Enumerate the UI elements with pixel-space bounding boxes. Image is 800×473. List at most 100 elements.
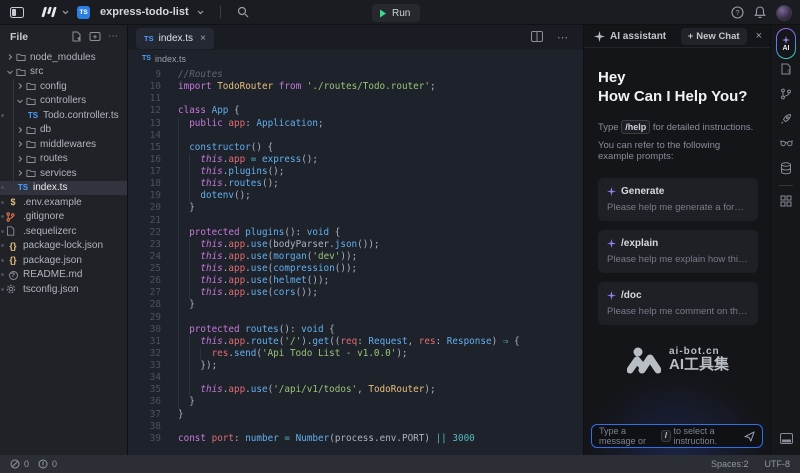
problems-indicator[interactable]: 0 0 — [10, 459, 57, 469]
tree-item-label: .gitignore — [23, 211, 64, 222]
code-line: 12class App { — [128, 105, 583, 117]
tree-item-controllers[interactable]: controllers — [0, 94, 127, 109]
app-window: TS express-todo-list Run ? File — [0, 0, 800, 473]
tree-item-.env.example[interactable]: $.env.example — [0, 195, 127, 210]
modified-dot — [1, 244, 4, 247]
toggle-sidebar-icon[interactable] — [10, 7, 24, 18]
tree-item-package-lock.json[interactable]: {}package-lock.json — [0, 239, 127, 254]
tree-item-config[interactable]: config — [0, 79, 127, 94]
line-number: 22 — [128, 227, 161, 239]
source-control-icon[interactable] — [771, 88, 800, 100]
preview-icon[interactable] — [771, 138, 800, 148]
code-line: 10import TodoRouter from './routes/Todo.… — [128, 81, 583, 93]
sparkle-icon — [607, 291, 616, 300]
ai-assistant-rail-button[interactable]: AI — [776, 28, 796, 59]
line-number: 19 — [128, 190, 161, 202]
tree-item-db[interactable]: db — [0, 123, 127, 138]
chevron-down-icon — [62, 10, 69, 15]
tab-label: index.ts — [159, 33, 193, 44]
encoding-setting[interactable]: UTF-8 — [765, 459, 791, 469]
send-message-icon[interactable] — [744, 431, 755, 442]
project-chevron-icon[interactable] — [197, 10, 204, 15]
code-line: 31this.app.route('/').get((req: Request,… — [128, 336, 583, 348]
split-editor-icon[interactable] — [531, 31, 543, 44]
tree-item-package.json[interactable]: {}package.json — [0, 253, 127, 268]
tree-item-label: .sequelizerc — [23, 226, 76, 237]
line-number: 13 — [128, 118, 161, 130]
tree-item-label: src — [30, 66, 43, 77]
line-number: 28 — [128, 299, 161, 311]
run-button[interactable]: Run — [372, 4, 420, 22]
line-number: 23 — [128, 239, 161, 251]
code-line: 26this.app.use(helmet()); — [128, 275, 583, 287]
watermark: ai-bot.cn AI工具集 — [598, 345, 758, 375]
code-line: 28} — [128, 299, 583, 311]
new-file-icon[interactable] — [71, 31, 82, 42]
toggle-bottom-panel-icon[interactable] — [771, 433, 800, 444]
json-file-icon: {} — [6, 255, 20, 265]
tree-item-routes[interactable]: routes — [0, 152, 127, 167]
code-line: 16this.app = express(); — [128, 154, 583, 166]
code-area[interactable]: 9//Routes10import TodoRouter from './rou… — [128, 67, 583, 445]
folder-icon — [16, 52, 26, 62]
chat-input[interactable]: Type a message or / to select a instruct… — [591, 424, 763, 448]
code-line: 22protected plugins(): void { — [128, 227, 583, 239]
database-icon[interactable] — [771, 162, 800, 175]
new-folder-icon[interactable] — [89, 31, 101, 42]
line-number: 18 — [128, 178, 161, 190]
modified-dot — [1, 273, 4, 276]
tree-item-node_modules[interactable]: node_modules — [0, 50, 127, 65]
git-icon — [6, 212, 20, 222]
code-editor: TS index.ts × ⋯ TS index.ts 9//Routes10i… — [128, 25, 583, 455]
plus-icon: + — [688, 31, 694, 42]
notifications-bell-icon[interactable] — [754, 6, 766, 19]
search-icon[interactable] — [237, 6, 249, 18]
tree-item-services[interactable]: services — [0, 166, 127, 181]
docs-icon[interactable]: a — [771, 63, 800, 75]
close-tab-icon[interactable]: × — [200, 33, 206, 44]
tree-item-tsconfig.json[interactable]: tsconfig.json — [0, 282, 127, 297]
tree-item-Todo.controller.ts[interactable]: TSTodo.controller.ts — [0, 108, 127, 123]
prompt-card-doc[interactable]: /docPlease help me comment on this code. — [598, 282, 758, 325]
tree-item-middlewares[interactable]: middlewares — [0, 137, 127, 152]
folder-icon — [26, 81, 36, 91]
code-line: 23this.app.use(bodyParser.json()); — [128, 239, 583, 251]
folder-icon — [16, 67, 26, 77]
tree-item-label: node_modules — [30, 52, 96, 63]
tree-item-.gitignore[interactable]: .gitignore — [0, 210, 127, 225]
chevron-right-icon — [16, 126, 24, 134]
user-avatar[interactable] — [776, 5, 792, 21]
tree-item-.sequelizerc[interactable]: .sequelizerc — [0, 224, 127, 239]
tab-index-ts[interactable]: TS index.ts × — [136, 28, 214, 49]
indentation-setting[interactable]: Spaces:2 — [711, 459, 749, 469]
modified-dot — [1, 114, 4, 117]
tree-item-README.md[interactable]: ?README.md — [0, 268, 127, 283]
app-logo[interactable] — [40, 6, 69, 18]
example-prompts: GeneratePlease help me generate a form c… — [598, 178, 758, 325]
tree-item-src[interactable]: src — [0, 65, 127, 80]
modified-dot — [1, 288, 4, 291]
code-line: 29 — [128, 312, 583, 324]
tree-item-index.ts[interactable]: TSindex.ts — [0, 181, 127, 196]
code-line: 33}); — [128, 360, 583, 372]
prompt-card-explain[interactable]: /explainPlease help me explain how this … — [598, 230, 758, 273]
line-number: 20 — [128, 202, 161, 214]
chevron-right-icon — [16, 82, 24, 90]
editor-more-icon[interactable]: ⋯ — [557, 31, 569, 44]
breadcrumb[interactable]: TS index.ts — [128, 50, 583, 67]
deploy-rocket-icon[interactable] — [771, 113, 800, 125]
code-line: 11 — [128, 93, 583, 105]
new-chat-button[interactable]: + New Chat — [681, 28, 747, 45]
code-line: 18this.routes(); — [128, 178, 583, 190]
project-name[interactable]: express-todo-list — [100, 6, 189, 18]
chevron-right-icon — [16, 155, 24, 163]
help-icon[interactable]: ? — [731, 6, 744, 19]
close-panel-icon[interactable]: × — [756, 30, 762, 42]
tree-item-label: middlewares — [40, 139, 96, 150]
ts-file-icon: TS — [16, 183, 30, 192]
folder-icon — [26, 168, 36, 178]
prompt-card-Generate[interactable]: GeneratePlease help me generate a form c… — [598, 178, 758, 221]
tree-item-label: tsconfig.json — [23, 284, 79, 295]
apps-grid-icon[interactable] — [771, 195, 800, 207]
explorer-more-icon[interactable]: ⋯ — [108, 31, 119, 42]
